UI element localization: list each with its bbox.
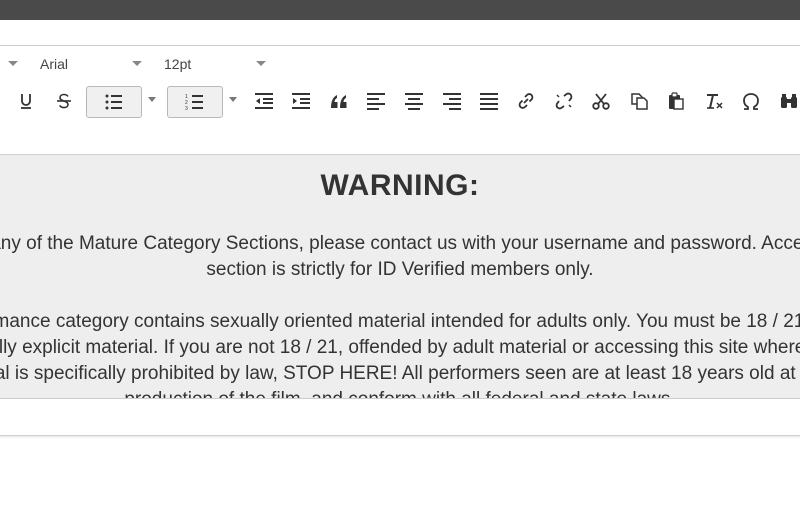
paragraph-line: production of the film, and conform with…: [0, 387, 800, 398]
align-left-icon[interactable]: [359, 86, 393, 116]
main-toolbar: 123: [0, 82, 800, 155]
paragraph-line: sexually explicit material. If you are n…: [0, 337, 800, 358]
indent-icon[interactable]: [284, 86, 318, 116]
block-format-dropdown-caret[interactable]: [8, 61, 18, 66]
cut-icon[interactable]: [584, 86, 618, 116]
numbered-list-icon[interactable]: 123: [167, 86, 223, 118]
unlink-icon[interactable]: [547, 86, 581, 116]
font-size-select[interactable]: 12pt: [164, 56, 191, 72]
align-center-icon[interactable]: [397, 86, 431, 116]
paragraph-line: section is strictly for ID Verified memb…: [206, 259, 594, 280]
paste-icon[interactable]: [659, 86, 693, 116]
find-replace-icon[interactable]: [772, 86, 800, 116]
editor-menubar: [0, 20, 800, 46]
copy-icon[interactable]: [622, 86, 656, 116]
warning-heading: WARNING:: [320, 169, 480, 202]
bullet-list-icon[interactable]: [86, 86, 142, 118]
font-family-chevron-down-icon[interactable]: [132, 61, 142, 66]
paragraph-line: To view any of the Mature Category Secti…: [0, 233, 800, 254]
align-justify-icon[interactable]: [472, 86, 506, 116]
outdent-icon[interactable]: [247, 86, 281, 116]
format-toolbar: Arial 12pt: [0, 46, 800, 82]
special-character-icon[interactable]: [734, 86, 768, 116]
editor-statusbar: [0, 399, 800, 436]
font-family-select[interactable]: Arial: [40, 56, 68, 72]
blockquote-icon[interactable]: [322, 86, 356, 116]
underline-icon[interactable]: [9, 86, 43, 116]
window-top-bar: [0, 0, 800, 20]
link-icon[interactable]: [509, 86, 543, 116]
clear-formatting-icon[interactable]: [697, 86, 731, 116]
align-right-icon[interactable]: [435, 86, 469, 116]
paragraph-line: material is specifically prohibited by l…: [0, 363, 800, 384]
numbered-list-chevron-down-icon[interactable]: [229, 97, 237, 102]
paragraph-line: The Romance category contains sexually o…: [0, 311, 800, 332]
font-size-chevron-down-icon[interactable]: [256, 61, 266, 66]
editor-content-area[interactable]: WARNING: To view any of the Mature Categ…: [0, 155, 800, 399]
bullet-list-chevron-down-icon[interactable]: [148, 97, 156, 102]
strikethrough-icon[interactable]: [47, 86, 81, 116]
svg-text:3: 3: [185, 106, 188, 111]
